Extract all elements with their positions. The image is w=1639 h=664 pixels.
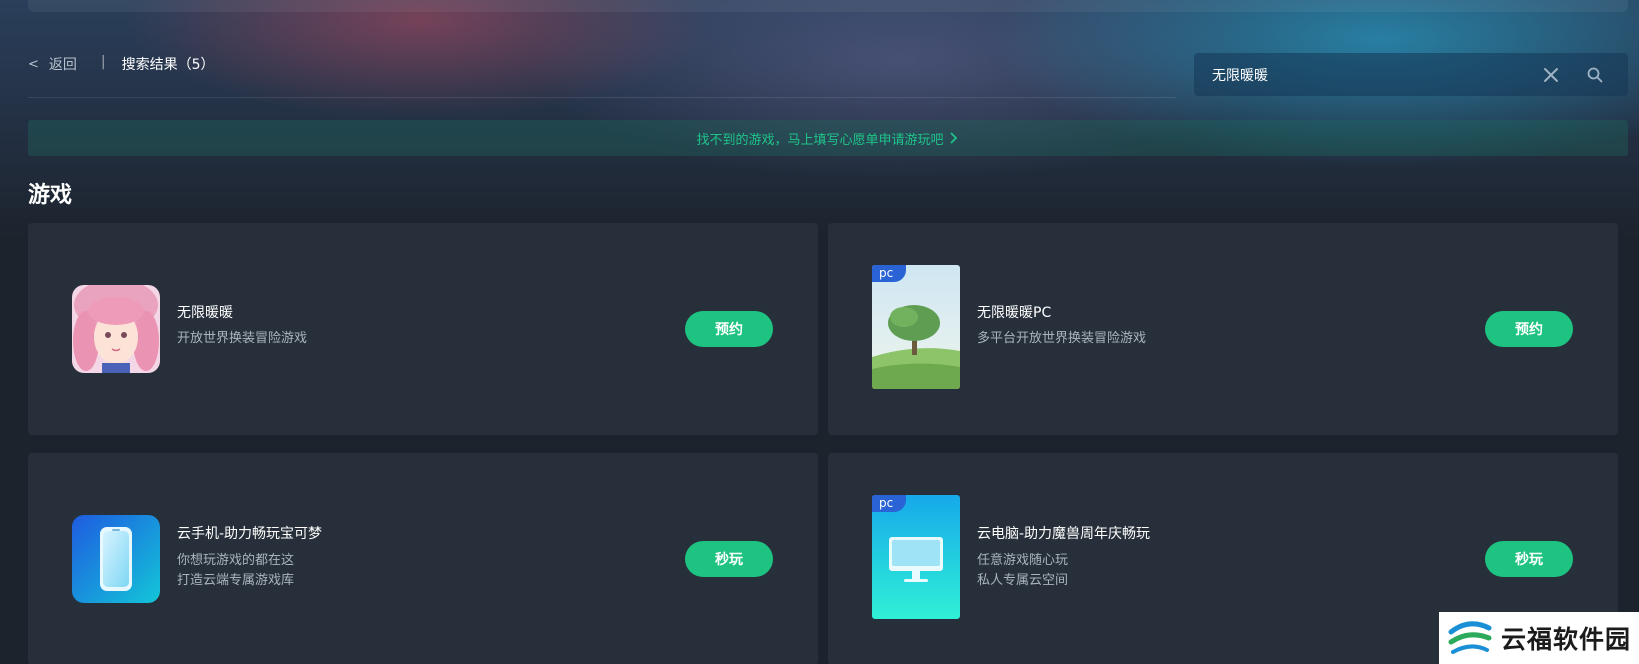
game-name[interactable]: 无限暖暖	[177, 302, 233, 322]
game-thumbnail: pc	[872, 495, 960, 619]
pc-badge: pc	[872, 265, 906, 282]
game-description-line: 多平台开放世界换装冒险游戏	[977, 331, 1147, 346]
breadcrumb-separator: |	[100, 54, 106, 70]
game-card[interactable]: 无限暖暖 开放世界换装冒险游戏 预约	[28, 223, 818, 435]
game-name[interactable]: 无限暖暖PC	[977, 302, 1051, 322]
search-box[interactable]: 无限暖暖	[1194, 53, 1628, 96]
watermark-text: 云福软件园	[1501, 625, 1632, 654]
game-name[interactable]: 云电脑-助力魔兽周年庆畅玩	[977, 523, 1150, 543]
game-description-line: 你想玩游戏的都在这	[177, 553, 295, 568]
search-input[interactable]: 无限暖暖	[1212, 65, 1268, 85]
pc-badge: pc	[872, 495, 906, 512]
back-label: 返回	[48, 57, 77, 73]
play-now-button[interactable]: 秒玩	[1485, 541, 1573, 577]
game-description-line: 开放世界换装冒险游戏	[177, 331, 308, 346]
game-card[interactable]: pc 无限暖暖PC 多平台开放世界换装冒险游戏 预约	[828, 223, 1618, 435]
game-description: 开放世界换装冒险游戏	[177, 329, 307, 349]
chevron-left-icon: <	[28, 56, 39, 72]
wishlist-banner[interactable]: 找不到的游戏，马上填写心愿单申请游玩吧	[28, 120, 1628, 156]
breadcrumb: < 返回 | 搜索结果（5）	[28, 54, 1176, 98]
wishlist-banner-text: 找不到的游戏，马上填写心愿单申请游玩吧	[696, 132, 944, 148]
section-title: 游戏	[28, 183, 73, 208]
close-icon[interactable]	[1542, 66, 1560, 84]
game-description: 任意游戏随心玩 私人专属云空间	[977, 551, 1068, 591]
game-thumbnail: pc	[872, 265, 960, 389]
watermark: 云福软件园	[1439, 612, 1639, 664]
game-description-line: 任意游戏随心玩	[977, 553, 1069, 568]
play-now-button[interactable]: 秒玩	[685, 541, 773, 577]
game-description: 多平台开放世界换装冒险游戏	[977, 329, 1146, 349]
game-description-line: 打造云端专属游戏库	[177, 573, 295, 588]
top-strip	[28, 0, 1628, 12]
game-thumbnail	[72, 515, 160, 603]
page-title: 搜索结果（5）	[121, 57, 215, 73]
reserve-button[interactable]: 预约	[1485, 311, 1573, 347]
reserve-button[interactable]: 预约	[685, 311, 773, 347]
chevron-right-icon	[949, 132, 957, 144]
game-card[interactable]: 云手机-助力畅玩宝可梦 你想玩游戏的都在这 打造云端专属游戏库 秒玩	[28, 453, 818, 664]
game-thumbnail	[72, 285, 160, 373]
search-icon[interactable]	[1586, 66, 1604, 84]
back-link[interactable]: < 返回	[28, 54, 77, 74]
game-name[interactable]: 云手机-助力畅玩宝可梦	[177, 523, 322, 543]
game-description: 你想玩游戏的都在这 打造云端专属游戏库	[177, 551, 294, 591]
watermark-logo-icon	[1448, 621, 1492, 654]
game-description-line: 私人专属云空间	[977, 573, 1069, 588]
